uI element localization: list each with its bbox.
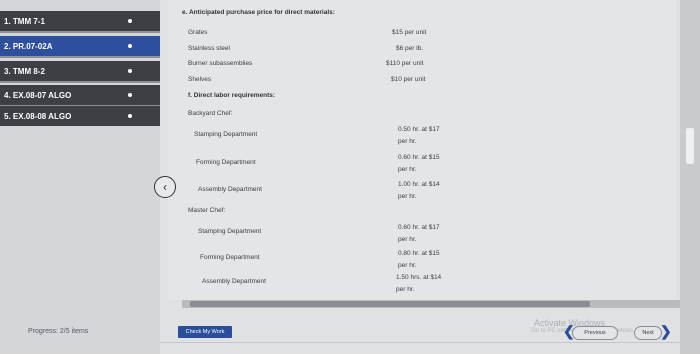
- next-button[interactable]: Next: [634, 326, 662, 340]
- product-label: Master Chef:: [188, 207, 226, 214]
- sidebar-item-ex-08-08-algo[interactable]: 5. EX.08-08 ALGO: [0, 106, 160, 126]
- chevron-right-icon[interactable]: ❯: [660, 323, 672, 340]
- material-name: Stainless steel: [188, 45, 230, 52]
- material-price: $10 per unit: [391, 76, 426, 83]
- sidebar-item-label: 1. TMM 7-1: [4, 16, 45, 26]
- progress-text: Progress: 2/5 items: [28, 328, 89, 335]
- previous-button[interactable]: Previous: [572, 326, 618, 340]
- department-name: Stamping Department: [194, 131, 258, 138]
- product-label: Backyard Chef:: [188, 110, 233, 117]
- status-dot-icon: [128, 93, 132, 97]
- material-price: $110 per unit: [386, 60, 424, 67]
- vertical-scrollbar[interactable]: [680, 0, 700, 354]
- back-button[interactable]: ‹: [154, 176, 176, 198]
- labor-rate-unit: per hr.: [398, 138, 417, 145]
- check-my-work-button[interactable]: Check My Work: [178, 326, 232, 338]
- sidebar-item-label: 3. TMM 8-2: [4, 66, 45, 76]
- horizontal-scrollbar-thumb[interactable]: [190, 301, 590, 307]
- material-name: Burner subassemblies: [188, 60, 253, 67]
- labor-rate-unit: per hr.: [398, 193, 417, 200]
- material-price: $15 per unit: [392, 29, 427, 36]
- material-name: Grates: [188, 29, 208, 36]
- sidebar-item-tmm-8-2[interactable]: 3. TMM 8-2: [0, 61, 160, 81]
- sidebar-item-tmm-7-1[interactable]: 1. TMM 7-1: [0, 11, 160, 31]
- main-panel: e. Anticipated purchase price for direct…: [160, 0, 700, 354]
- divider: [0, 56, 160, 58]
- problem-content: e. Anticipated purchase price for direct…: [168, 0, 676, 300]
- section-heading-labor: f. Direct labor requirements:: [188, 92, 276, 99]
- status-dot-icon: [128, 69, 132, 73]
- divider: [160, 342, 680, 343]
- vertical-scrollbar-thumb[interactable]: [686, 128, 694, 164]
- department-name: Assembly Department: [202, 278, 266, 285]
- labor-rate: 1.50 hrs. at $14: [396, 274, 442, 281]
- divider: [0, 31, 160, 33]
- status-dot-icon: [128, 44, 132, 48]
- labor-rate: 1.00 hr. at $14: [398, 181, 440, 188]
- material-name: Shelves: [188, 76, 212, 83]
- department-name: Forming Department: [200, 254, 260, 261]
- horizontal-scrollbar[interactable]: [182, 300, 700, 308]
- sidebar-item-label: 2. PR.07-02A: [4, 41, 53, 51]
- labor-rate-unit: per hr.: [398, 262, 417, 269]
- sidebar-item-ex-08-07-algo[interactable]: 4. EX.08-07 ALGO: [0, 85, 160, 105]
- labor-rate: 0.80 hr. at $15: [398, 250, 440, 257]
- department-name: Stamping Department: [198, 228, 262, 235]
- status-dot-icon: [128, 114, 132, 118]
- labor-rate-unit: per hr.: [398, 236, 417, 243]
- sidebar-item-label: 5. EX.08-08 ALGO: [4, 111, 72, 121]
- sidebar-item-label: 4. EX.08-07 ALGO: [4, 90, 72, 100]
- sidebar: 1. TMM 7-1 2. PR.07-02A 3. TMM 8-2 4. EX…: [0, 0, 160, 354]
- sidebar-item-pr-07-02a[interactable]: 2. PR.07-02A: [0, 36, 160, 56]
- section-heading-materials: e. Anticipated purchase price for direct…: [182, 9, 335, 16]
- status-dot-icon: [128, 19, 132, 23]
- labor-rate-unit: per hr.: [398, 166, 417, 173]
- labor-rate: 0.50 hr. at $17: [398, 126, 440, 133]
- divider: [0, 81, 160, 83]
- labor-rate: 0.60 hr. at $15: [398, 154, 440, 161]
- department-name: Assembly Department: [198, 186, 262, 193]
- labor-rate-unit: per hr.: [396, 286, 415, 293]
- chevron-left-icon: ‹: [163, 180, 167, 194]
- labor-rate: 0.60 hr. at $17: [398, 224, 440, 231]
- material-price: $6 per lb.: [396, 45, 424, 52]
- department-name: Forming Department: [196, 159, 256, 166]
